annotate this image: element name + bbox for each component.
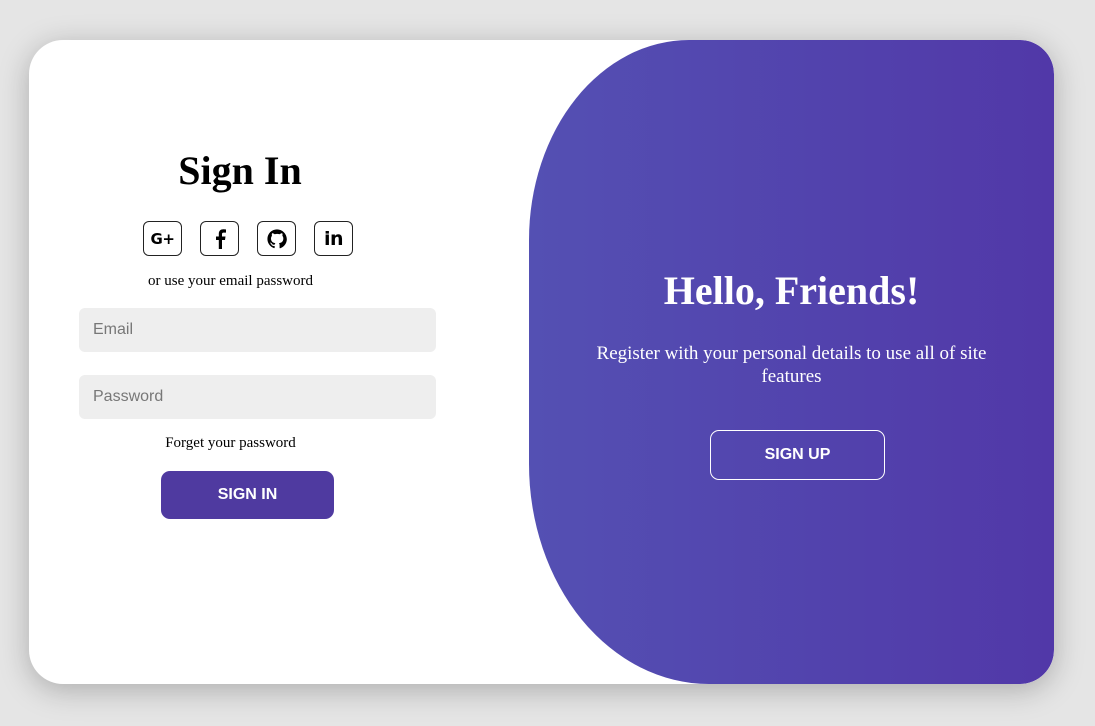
password-field[interactable] xyxy=(79,375,436,419)
facebook-icon xyxy=(213,228,227,249)
sign-in-form: Sign In G+ in or use your email password… xyxy=(29,40,529,684)
sign-in-title: Sign In xyxy=(178,148,302,193)
google-plus-button[interactable]: G+ xyxy=(143,221,182,256)
sign-up-panel: Hello, Friends! Register with your perso… xyxy=(529,40,1054,684)
github-button[interactable] xyxy=(257,221,296,256)
panel-description: Register with your personal details to u… xyxy=(596,343,987,387)
panel-title: Hello, Friends! xyxy=(663,268,920,313)
github-icon xyxy=(266,228,287,249)
forgot-password-link[interactable]: Forget your password xyxy=(29,435,432,452)
email-field[interactable] xyxy=(79,308,436,352)
linkedin-button[interactable]: in xyxy=(314,221,353,256)
facebook-button[interactable] xyxy=(200,221,239,256)
sign-in-button[interactable]: SIGN IN xyxy=(161,471,334,519)
sign-up-button[interactable]: SIGN UP xyxy=(710,430,885,480)
google-plus-icon: G+ xyxy=(150,229,175,248)
auth-card: Sign In G+ in or use your email password… xyxy=(29,40,1054,684)
linkedin-icon: in xyxy=(323,227,344,250)
email-password-hint: or use your email password xyxy=(148,273,313,289)
